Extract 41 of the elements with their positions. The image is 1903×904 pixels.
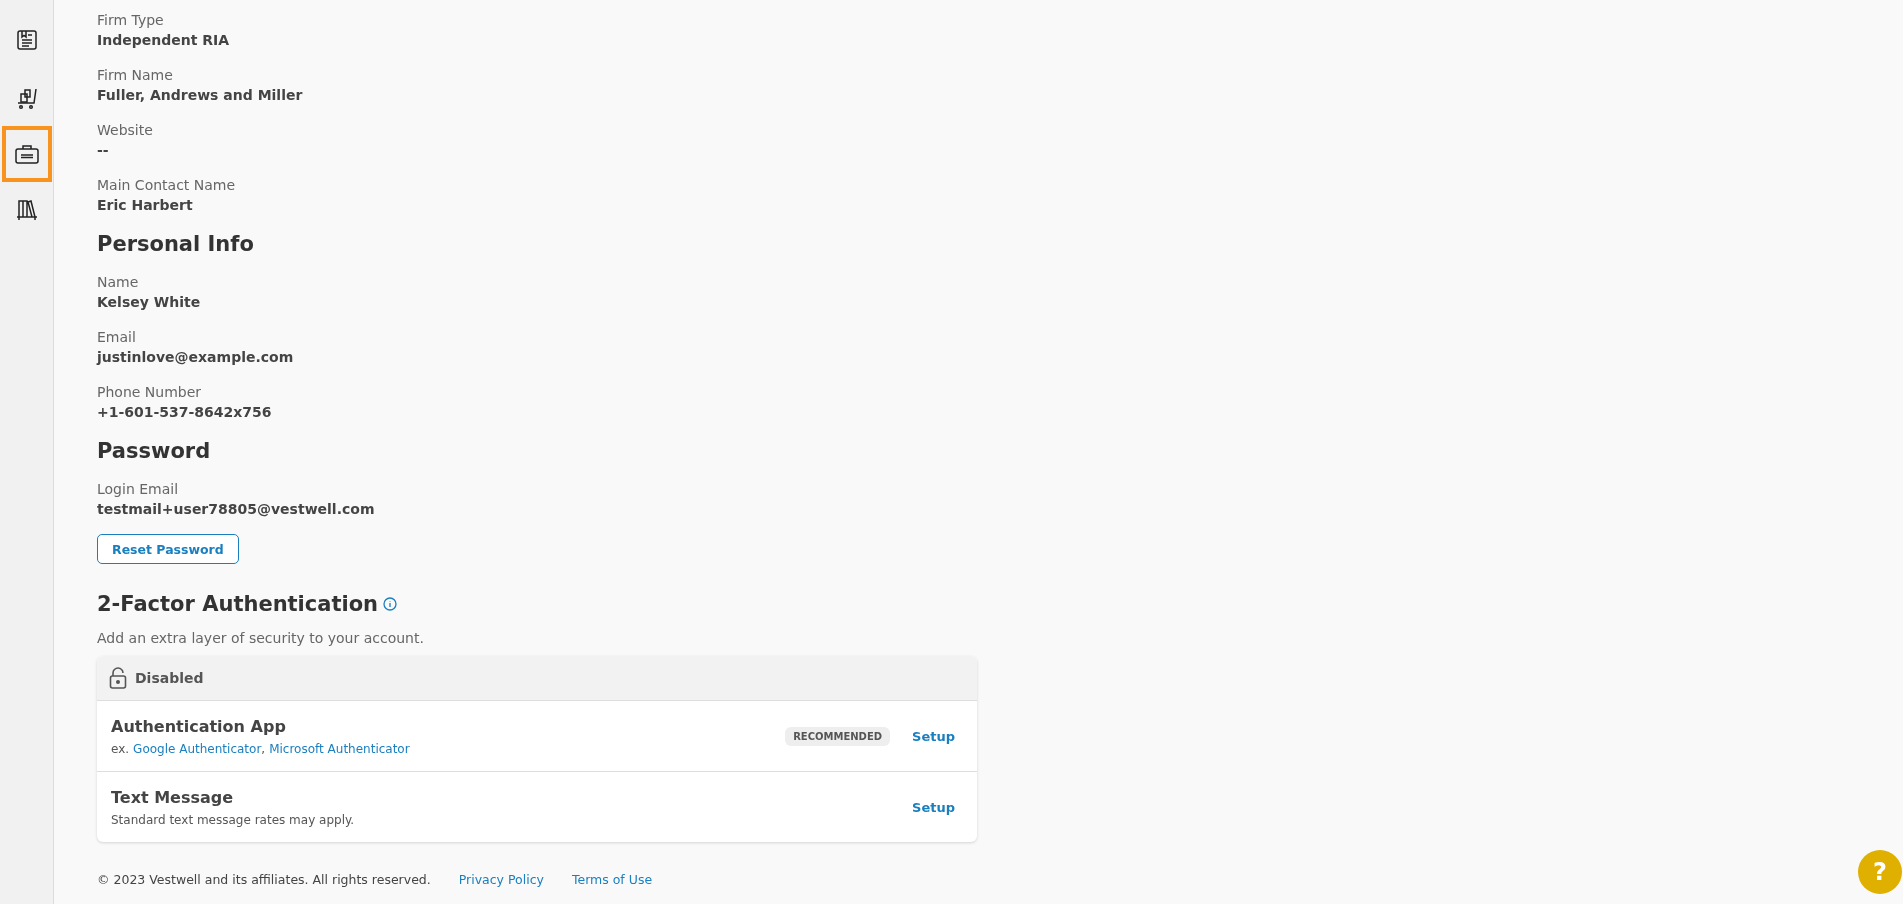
field-value: Kelsey White xyxy=(97,293,202,312)
field-label: Main Contact Name xyxy=(97,176,237,195)
comma-separator: , xyxy=(261,741,266,756)
example-prefix: ex. xyxy=(111,741,130,756)
section-heading: Password xyxy=(97,438,212,465)
section-heading: 2-Factor Authentication xyxy=(97,591,379,618)
field-value: -- xyxy=(97,141,110,160)
setup-link[interactable]: Setup xyxy=(912,799,955,815)
method-title: Authentication App xyxy=(111,716,287,736)
padlock-icon xyxy=(109,667,127,689)
books-icon xyxy=(14,198,39,222)
briefcase-icon xyxy=(13,142,40,166)
footer-link[interactable]: Terms of Use xyxy=(571,872,653,887)
copyright-text: © 2023 Vestwell and its affiliates. All rights reserved. xyxy=(97,872,431,887)
field-value: Fuller, Andrews and Miller xyxy=(97,86,304,105)
method-note: Standard text message rates may apply. xyxy=(111,812,356,827)
info-icon[interactable] xyxy=(383,597,398,611)
app-link[interactable]: Google Authenticator xyxy=(133,741,262,756)
document-icon xyxy=(14,28,39,52)
field-label: Website xyxy=(97,121,154,140)
status-text: Disabled xyxy=(135,670,204,686)
method-title: Text Message xyxy=(111,787,235,807)
reset-password-button[interactable]: Reset Password xyxy=(97,534,239,564)
description-text: Add an extra layer of security to your account. xyxy=(97,630,425,646)
field-value: +1-601-537-8642x756 xyxy=(97,403,273,422)
field-label: Login Email xyxy=(97,480,180,499)
field-value: Eric Harbert xyxy=(97,196,194,215)
footer-link[interactable]: Privacy Policy xyxy=(458,872,544,887)
recommended-badge: RECOMMENDED xyxy=(785,726,891,746)
field-label: Email xyxy=(97,328,137,347)
field-label: Name xyxy=(97,273,140,292)
app-link[interactable]: Microsoft Authenticator xyxy=(269,741,410,756)
setup-link[interactable]: Setup xyxy=(912,728,955,744)
field-label: Firm Name xyxy=(97,66,174,85)
section-heading: Personal Info xyxy=(97,231,255,258)
field-label: Firm Type xyxy=(97,11,165,30)
nav-item[interactable] xyxy=(1,126,52,182)
field-value: testmail+user78805@vestwell.com xyxy=(97,500,376,519)
field-label: Phone Number xyxy=(97,383,203,402)
field-value: justinlove@example.com xyxy=(97,348,295,367)
field-value: Independent RIA xyxy=(97,31,231,50)
